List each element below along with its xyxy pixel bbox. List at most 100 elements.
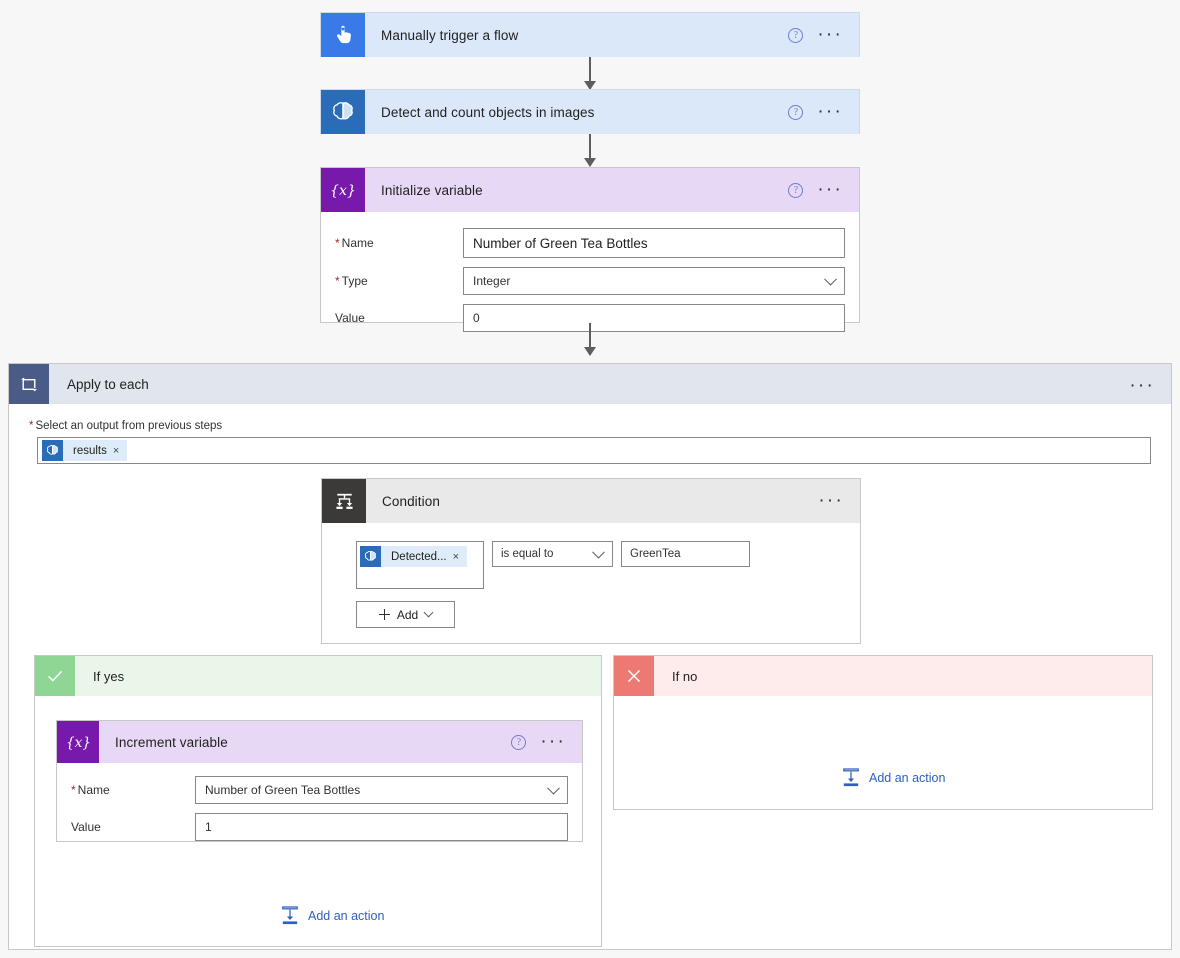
variable-value-text: 0 [473, 311, 480, 325]
loop-icon [9, 364, 49, 404]
condition-card[interactable]: Condition ··· Detected... × is equal to … [321, 478, 861, 644]
field-row: * Name Number of Green Tea Bottles [71, 776, 568, 804]
select-output-input[interactable]: results × [37, 437, 1151, 464]
chevron-down-icon [592, 545, 605, 559]
field-row: * Type Integer [335, 267, 845, 295]
if-yes-title: If yes [93, 668, 125, 684]
condition-branch-icon [322, 479, 366, 523]
svg-text:{x}: {x} [65, 735, 90, 751]
help-icon[interactable]: ? [788, 27, 804, 43]
chevron-down-icon [824, 272, 837, 286]
connector-trigger-to-detect [584, 57, 596, 90]
initialize-variable-header[interactable]: {x} Initialize variable ? ··· [321, 168, 859, 212]
trigger-card-header[interactable]: Manually trigger a flow ? ··· [321, 13, 859, 57]
name-field-label: * Name [335, 236, 374, 250]
increment-variable-title: Increment variable [115, 734, 228, 750]
plus-icon [378, 609, 390, 620]
select-output-label: * Select an output from previous steps [29, 420, 223, 432]
condition-operator-value: is equal to [501, 548, 554, 560]
apply-to-each-header-actions: ··· [1129, 364, 1171, 408]
add-condition-button[interactable]: Add [356, 601, 455, 628]
required-asterisk: * [335, 274, 340, 288]
field-row: * Name Number of Green Tea Bottles [335, 228, 845, 258]
value-field-label: Value [335, 311, 365, 325]
flow-designer-canvas: Manually trigger a flow ? ··· Detect and… [0, 0, 1180, 958]
ai-builder-brain-icon [360, 546, 381, 567]
increment-variable-header[interactable]: {x} Increment variable ? ··· [57, 721, 582, 763]
cross-icon [614, 656, 654, 696]
if-yes-add-action-button[interactable]: Add an action [281, 906, 384, 926]
increment-name-value: Number of Green Tea Bottles [205, 783, 361, 797]
variable-type-dropdown[interactable]: Integer [463, 267, 845, 295]
condition-header-actions: ··· [818, 479, 860, 523]
if-no-header: If no [614, 656, 1152, 696]
add-action-icon [281, 906, 299, 926]
if-yes-header: If yes [35, 656, 601, 696]
more-options-icon[interactable]: ··· [540, 732, 566, 751]
variable-type-value: Integer [473, 274, 511, 288]
if-no-title: If no [672, 668, 698, 684]
increment-variable-body: * Name Number of Green Tea Bottles Value … [57, 763, 582, 855]
if-yes-branch[interactable]: If yes {x} Increment variable ? ··· * Na… [34, 655, 602, 947]
type-field-label: * Type [335, 274, 368, 288]
help-icon[interactable]: ? [788, 182, 804, 198]
condition-operator-dropdown[interactable]: is equal to [492, 541, 613, 567]
condition-left-operand-input[interactable]: Detected... × [356, 541, 484, 589]
add-action-icon [842, 768, 860, 788]
help-icon[interactable]: ? [788, 104, 804, 120]
variable-name-value: Number of Green Tea Bottles [473, 235, 648, 251]
touch-trigger-icon [321, 13, 365, 57]
variable-name-input[interactable]: Number of Green Tea Bottles [463, 228, 845, 258]
more-options-icon[interactable]: ··· [817, 102, 843, 121]
chevron-down-icon [547, 781, 560, 795]
more-options-icon[interactable]: ··· [1129, 376, 1155, 395]
increment-value-label: Value [71, 820, 101, 834]
initialize-variable-title: Initialize variable [381, 182, 483, 198]
increment-variable-header-actions: ? ··· [511, 721, 582, 763]
increment-name-label: * Name [71, 783, 110, 797]
variable-braces-icon: {x} [57, 721, 99, 763]
detected-token-label: Detected... [391, 550, 447, 563]
help-icon[interactable]: ? [511, 734, 527, 750]
increment-value-input[interactable]: 1 [195, 813, 568, 841]
if-yes-add-action-label: Add an action [308, 909, 385, 923]
results-token[interactable]: results × [42, 440, 128, 461]
increment-value-text: 1 [205, 820, 212, 834]
apply-to-each-title: Apply to each [67, 376, 149, 392]
condition-row: Detected... × is equal to GreenTea [356, 541, 860, 589]
condition-right-operand-value: GreenTea [630, 548, 681, 560]
more-options-icon[interactable]: ··· [818, 491, 844, 510]
trigger-header-actions: ? ··· [788, 13, 859, 57]
initialize-variable-card[interactable]: {x} Initialize variable ? ··· * Name Numb… [320, 167, 860, 332]
increment-variable-card[interactable]: {x} Increment variable ? ··· * Name Numb… [56, 720, 583, 842]
variable-braces-icon: {x} [321, 168, 365, 212]
ai-builder-brain-icon [42, 440, 63, 461]
detected-token[interactable]: Detected... × [360, 546, 468, 567]
close-icon[interactable]: × [113, 445, 127, 457]
apply-to-each-header[interactable]: Apply to each ··· [9, 364, 1171, 404]
svg-text:{x}: {x} [330, 183, 356, 199]
required-asterisk: * [29, 420, 34, 432]
connector-initialize-to-loop [584, 323, 596, 356]
add-condition-label: Add [396, 607, 419, 622]
required-asterisk: * [71, 783, 76, 797]
if-no-add-action-button[interactable]: Add an action [842, 768, 945, 788]
detect-objects-title: Detect and count objects in images [381, 104, 595, 120]
apply-to-each-container[interactable]: Apply to each ··· * Select an output from… [8, 363, 1172, 950]
required-asterisk: * [335, 236, 340, 250]
more-options-icon[interactable]: ··· [817, 180, 843, 199]
more-options-icon[interactable]: ··· [817, 25, 843, 44]
increment-name-dropdown[interactable]: Number of Green Tea Bottles [195, 776, 568, 804]
trigger-title: Manually trigger a flow [381, 27, 519, 43]
detect-objects-card-header[interactable]: Detect and count objects in images ? ··· [321, 90, 859, 134]
if-no-branch[interactable]: If no Add an action [613, 655, 1153, 810]
condition-right-operand-input[interactable]: GreenTea [621, 541, 750, 567]
close-icon[interactable]: × [453, 551, 467, 563]
variable-value-input[interactable]: 0 [463, 304, 845, 332]
condition-card-header[interactable]: Condition ··· [322, 479, 860, 523]
trigger-card[interactable]: Manually trigger a flow ? ··· [320, 12, 860, 57]
detect-objects-header-actions: ? ··· [788, 90, 859, 134]
detect-objects-card[interactable]: Detect and count objects in images ? ··· [320, 89, 860, 134]
condition-title: Condition [382, 493, 440, 509]
if-no-add-action-label: Add an action [869, 771, 946, 785]
